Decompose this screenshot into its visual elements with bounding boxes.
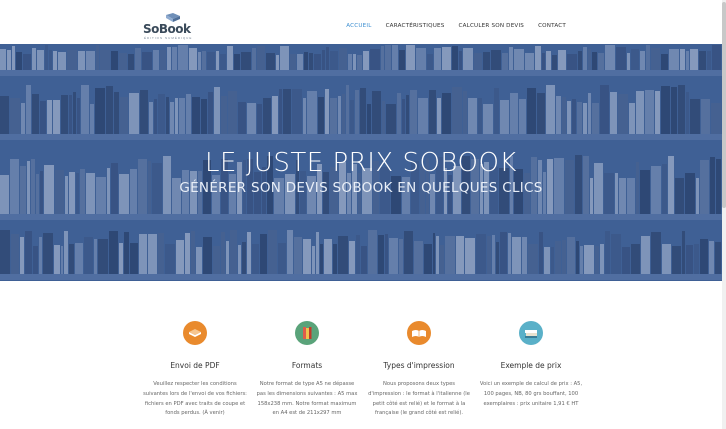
- book-stack-icon: [519, 321, 543, 345]
- logo-wordmark: SoBook: [143, 22, 191, 36]
- feature-title: Formats: [291, 361, 323, 370]
- nav-contact[interactable]: CONTACT: [538, 23, 566, 29]
- nav-caracteristiques[interactable]: CARACTÉRISTIQUES: [386, 23, 445, 29]
- feature-title: Envoi de PDF: [170, 361, 220, 370]
- feature-exemple-prix: Exemple de prix Voici un exemple de calc…: [479, 321, 583, 419]
- hero-subtitle: GÉNÉRER SON DEVIS SOBOOK EN QUELQUES CLI…: [179, 180, 543, 196]
- nav-accueil[interactable]: ACCUEIL: [346, 23, 371, 29]
- feature-text: Veuillez respecter les conditions suivan…: [143, 381, 247, 417]
- open-book-icon: [407, 321, 431, 345]
- nav-calculer-devis[interactable]: CALCULER SON DEVIS: [459, 23, 525, 29]
- feature-title: Exemple de prix: [500, 361, 562, 370]
- feature-text: Voici un exemple de calcul de prix : A5,…: [479, 381, 583, 407]
- page-scrollbar[interactable]: [722, 0, 726, 429]
- sobook-logo[interactable]: SoBook ÉDITION NUMÉRIQUE: [143, 12, 191, 40]
- hero-title: LE JUSTE PRIX SOBOOK: [205, 148, 517, 178]
- feature-envoi-pdf: Envoi de PDF Veuillez respecter les cond…: [143, 321, 247, 419]
- scrollbar-thumb[interactable]: [722, 2, 726, 208]
- logo-tagline: ÉDITION NUMÉRIQUE: [144, 36, 193, 40]
- features-section: Envoi de PDF Veuillez respecter les cond…: [143, 321, 583, 419]
- feature-text: Nous proposons deux types d'impression :…: [368, 381, 470, 417]
- feature-types-impression: Types d'impression Nous proposons deux t…: [367, 321, 471, 419]
- pdf-icon: [183, 321, 207, 345]
- feature-title: Types d'impression: [383, 361, 455, 370]
- main-nav: ACCUEIL CARACTÉRISTIQUES CALCULER SON DE…: [346, 23, 566, 29]
- feature-formats: Formats Notre format de type A5 ne dépas…: [255, 321, 359, 419]
- books-icon: [295, 321, 319, 345]
- feature-text: Notre format de type A5 ne dépasse pas l…: [256, 381, 358, 417]
- hero-banner: LE JUSTE PRIX SOBOOK GÉNÉRER SON DEVIS S…: [0, 44, 722, 281]
- site-header: SoBook ÉDITION NUMÉRIQUE ACCUEIL CARACTÉ…: [0, 0, 722, 44]
